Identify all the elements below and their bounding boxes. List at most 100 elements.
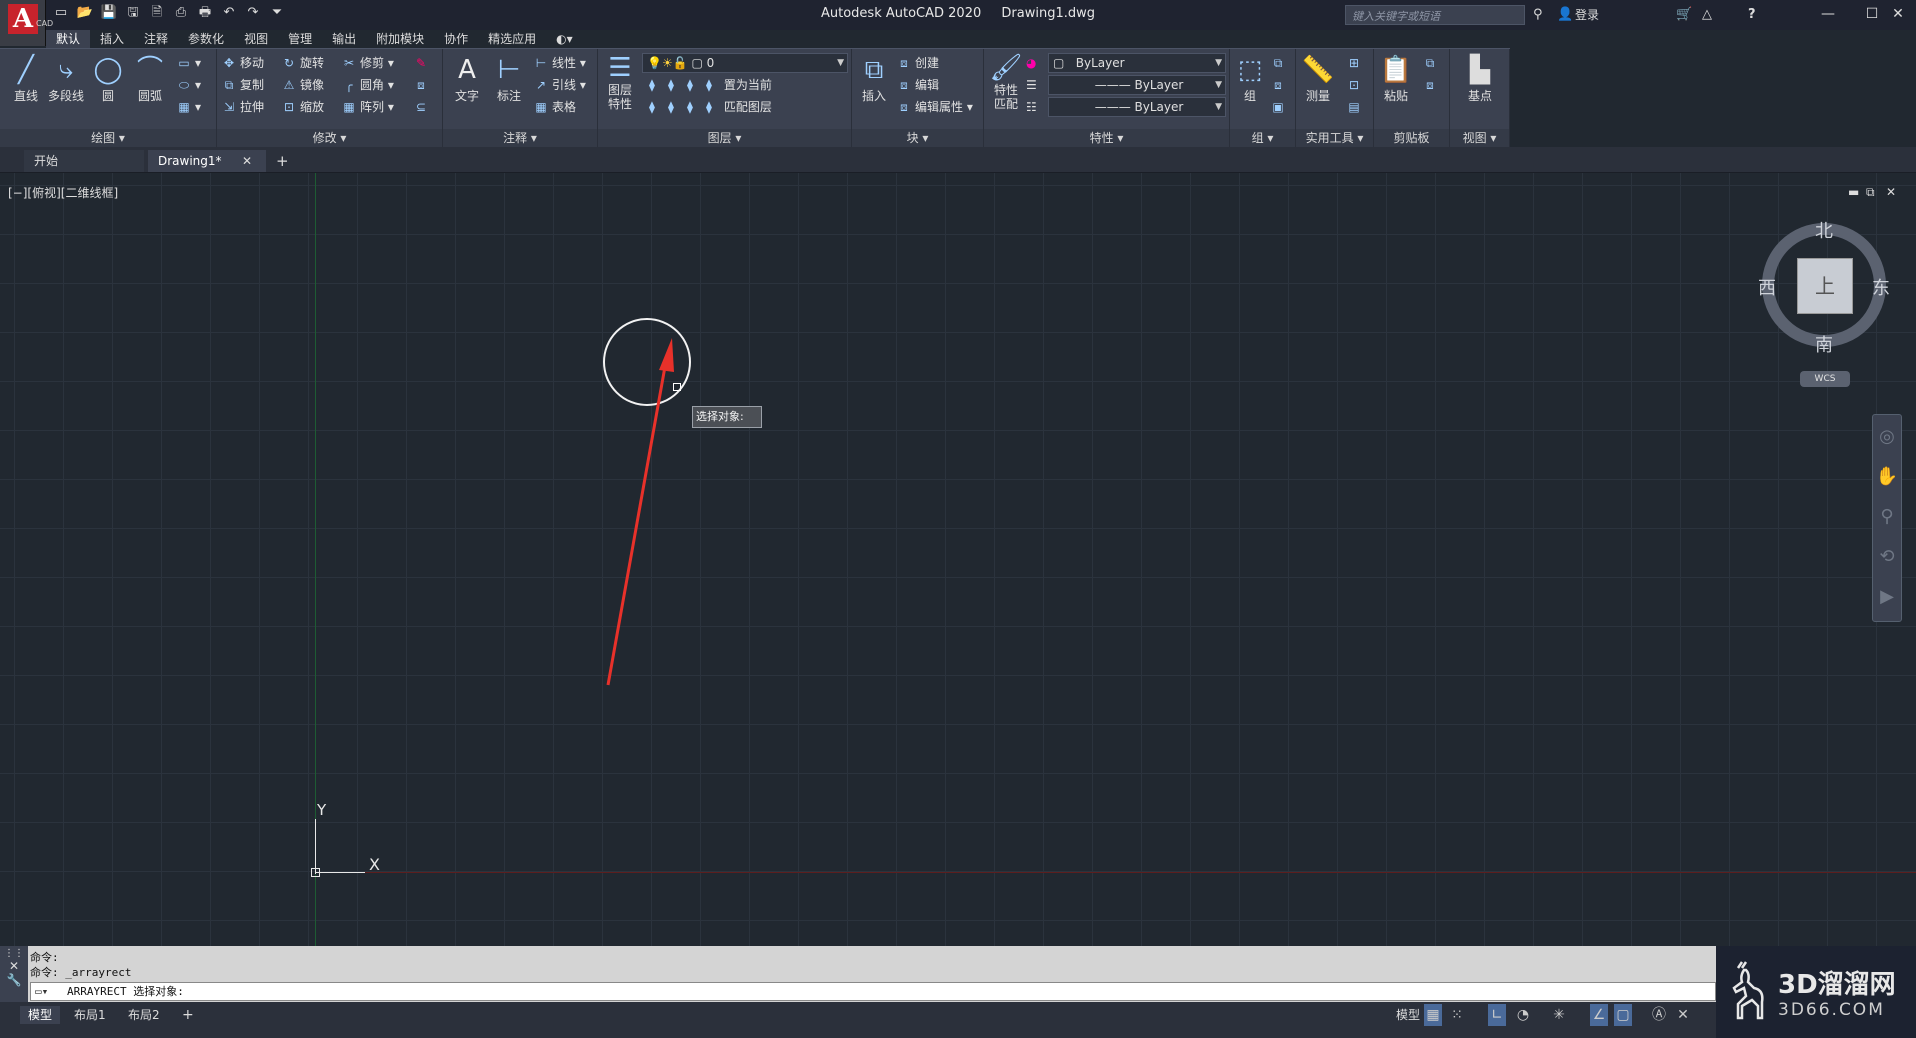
tab-annotate[interactable]: 注释: [134, 30, 178, 48]
isodraft-icon[interactable]: ✳: [1550, 1004, 1568, 1026]
create-block-button[interactable]: ⧈ 创建: [896, 53, 939, 73]
group-select-icon[interactable]: ▣: [1270, 97, 1289, 117]
viewcube-top-face[interactable]: 上: [1797, 258, 1853, 314]
view-panel-label[interactable]: 视图 ▾: [1450, 129, 1509, 147]
polyline-button[interactable]: ⤷ 多段线: [46, 53, 86, 104]
clipboard-panel-label[interactable]: 剪贴板: [1374, 129, 1449, 147]
ungroup-icon[interactable]: ⧉: [1270, 53, 1289, 73]
array-button[interactable]: ▦ 阵列 ▾: [341, 97, 394, 117]
tab-view[interactable]: 视图: [234, 30, 278, 48]
object-snap-tracking-icon[interactable]: ∠: [1590, 1004, 1608, 1026]
properties-panel-label[interactable]: 特性 ▾: [984, 129, 1229, 147]
tab-insert[interactable]: 插入: [90, 30, 134, 48]
tab-default[interactable]: 默认: [46, 30, 91, 48]
tab-parametric[interactable]: 参数化: [178, 30, 234, 48]
ortho-icon[interactable]: ∟: [1488, 1004, 1506, 1026]
search-input[interactable]: 键入关键字或短语: [1345, 5, 1525, 25]
undo-icon[interactable]: ↶: [220, 4, 238, 22]
compass-west[interactable]: 西: [1758, 274, 1776, 300]
annotation-visibility-icon[interactable]: Ⓐ: [1650, 1004, 1668, 1026]
binoculars-icon[interactable]: ⚲: [1533, 5, 1543, 25]
id-point-icon[interactable]: ⊡: [1346, 75, 1365, 95]
match-properties-button[interactable]: 🖌 特性 匹配: [986, 53, 1026, 111]
text-button[interactable]: A 文字: [447, 53, 487, 104]
application-menu-button[interactable]: A CAD: [0, 0, 53, 46]
layer-tools-row-2[interactable]: ⧫ ⧫ ⧫ ⧫ 匹配图层: [644, 97, 772, 117]
layer-properties-button[interactable]: ☰ 图层 特性: [600, 53, 640, 111]
compass-east[interactable]: 东: [1872, 274, 1890, 300]
compass-north[interactable]: 北: [1815, 217, 1833, 243]
paste-button[interactable]: 📋 粘贴: [1376, 53, 1416, 104]
draw-panel-label[interactable]: 绘图 ▾: [0, 129, 216, 147]
fillet-button[interactable]: ╭ 圆角 ▾: [341, 75, 393, 95]
add-layout-icon[interactable]: +: [174, 1006, 202, 1024]
grid-icon[interactable]: ▦: [1424, 1004, 1442, 1026]
user-icon[interactable]: 👤: [1557, 5, 1573, 25]
measure-button[interactable]: 📏 测量: [1298, 53, 1338, 104]
scale-button[interactable]: ⊡ 缩放: [281, 97, 324, 117]
pan-icon[interactable]: ✋: [1873, 459, 1901, 495]
groups-panel-label[interactable]: 组 ▾: [1230, 129, 1295, 147]
erase-icon[interactable]: ✎: [413, 53, 432, 73]
ellipse-icon[interactable]: ⬭ ▾: [176, 75, 201, 95]
annotation-scale-icon[interactable]: ✕: [1674, 1004, 1692, 1026]
rotate-button[interactable]: ↻ 旋转: [281, 53, 324, 73]
dimension-button[interactable]: ⊢ 标注: [489, 53, 529, 104]
quick-select-icon[interactable]: ⊞: [1346, 53, 1365, 73]
redo-icon[interactable]: ↷: [244, 4, 262, 22]
save-icon[interactable]: 💾: [100, 4, 118, 22]
grip-icon[interactable]: ⋮⋮: [0, 948, 28, 959]
edit-attributes-button[interactable]: ⧈ 编辑属性 ▾: [896, 97, 973, 117]
linetype-dropdown[interactable]: ——— ByLayer ▼: [1048, 75, 1226, 95]
copy-clip-icon[interactable]: ⧉: [1422, 53, 1441, 73]
layer-tools-row-1[interactable]: ⧫ ⧫ ⧫ ⧫ 置为当前: [644, 75, 772, 95]
open-icon[interactable]: 📂: [76, 4, 94, 22]
trim-button[interactable]: ✂ 修剪 ▾: [341, 53, 394, 73]
base-view-button[interactable]: ▙ 基点: [1460, 53, 1500, 104]
close-tab-icon[interactable]: ✕: [242, 150, 252, 172]
object-snap-icon[interactable]: ▢: [1614, 1004, 1632, 1026]
steering-wheel-icon[interactable]: ◎: [1873, 419, 1901, 455]
command-input[interactable]: ▭▾ ARRAYRECT 选择对象:: [30, 982, 1716, 1001]
line-button[interactable]: ╱ 直线: [6, 53, 46, 104]
color-dropdown[interactable]: ▢ ByLayer ▼: [1048, 53, 1226, 73]
customize-qat-icon[interactable]: ⏷: [268, 4, 286, 22]
tab-start[interactable]: 开始: [24, 150, 144, 172]
explode-icon[interactable]: ⧈: [413, 75, 432, 95]
help-icon[interactable]: ?: [1748, 5, 1756, 25]
maximize-icon[interactable]: ☐: [1860, 3, 1884, 25]
wcs-menu[interactable]: WCS: [1800, 371, 1850, 387]
layers-panel-label[interactable]: 图层 ▾: [598, 129, 851, 147]
command-window-handle[interactable]: ⋮⋮ ✕ 🔧: [0, 946, 28, 1002]
offset-icon[interactable]: ⊆: [413, 97, 432, 117]
orbit-icon[interactable]: ⟲: [1873, 539, 1901, 575]
showmotion-icon[interactable]: ▶: [1873, 579, 1901, 615]
rectangle-icon[interactable]: ▭ ▾: [176, 53, 201, 73]
tab-collaborate[interactable]: 协作: [434, 30, 478, 48]
compass-south[interactable]: 南: [1815, 331, 1833, 357]
edit-block-button[interactable]: ⧈ 编辑: [896, 75, 939, 95]
stretch-button[interactable]: ⇲ 拉伸: [221, 97, 264, 117]
circle-button[interactable]: ◯ 圆: [88, 53, 128, 104]
close-icon[interactable]: ✕: [1886, 3, 1910, 25]
tab-manage[interactable]: 管理: [278, 30, 322, 48]
customize-wrench-icon[interactable]: 🔧: [0, 973, 28, 987]
minimize-icon[interactable]: —: [1816, 3, 1840, 25]
linear-button[interactable]: ⊢ 线性 ▾: [533, 53, 586, 73]
table-button[interactable]: ▦ 表格: [533, 97, 576, 117]
tab-addins[interactable]: 附加模块: [366, 30, 434, 48]
hatch-icon[interactable]: ▦ ▾: [176, 97, 201, 117]
layer-dropdown[interactable]: 💡☀🔓 ▢ 0 ▼: [642, 53, 848, 73]
copy-button[interactable]: ⧉ 复制: [221, 75, 264, 95]
modify-panel-label[interactable]: 修改 ▾: [217, 129, 442, 147]
calculator-icon[interactable]: ▤: [1346, 97, 1365, 117]
close-command-icon[interactable]: ✕: [0, 959, 28, 973]
tab-featured-apps[interactable]: 精选应用: [478, 30, 546, 48]
print-icon[interactable]: 🖶: [196, 4, 214, 22]
move-button[interactable]: ✥ 移动: [221, 53, 264, 73]
new-tab-icon[interactable]: +: [276, 150, 289, 172]
plot-icon[interactable]: ⎙: [172, 4, 190, 22]
ribbon-toggle-icon[interactable]: ◐▾: [546, 30, 583, 48]
new-icon[interactable]: ▭: [52, 4, 70, 22]
polar-icon[interactable]: ◔: [1514, 1004, 1532, 1026]
